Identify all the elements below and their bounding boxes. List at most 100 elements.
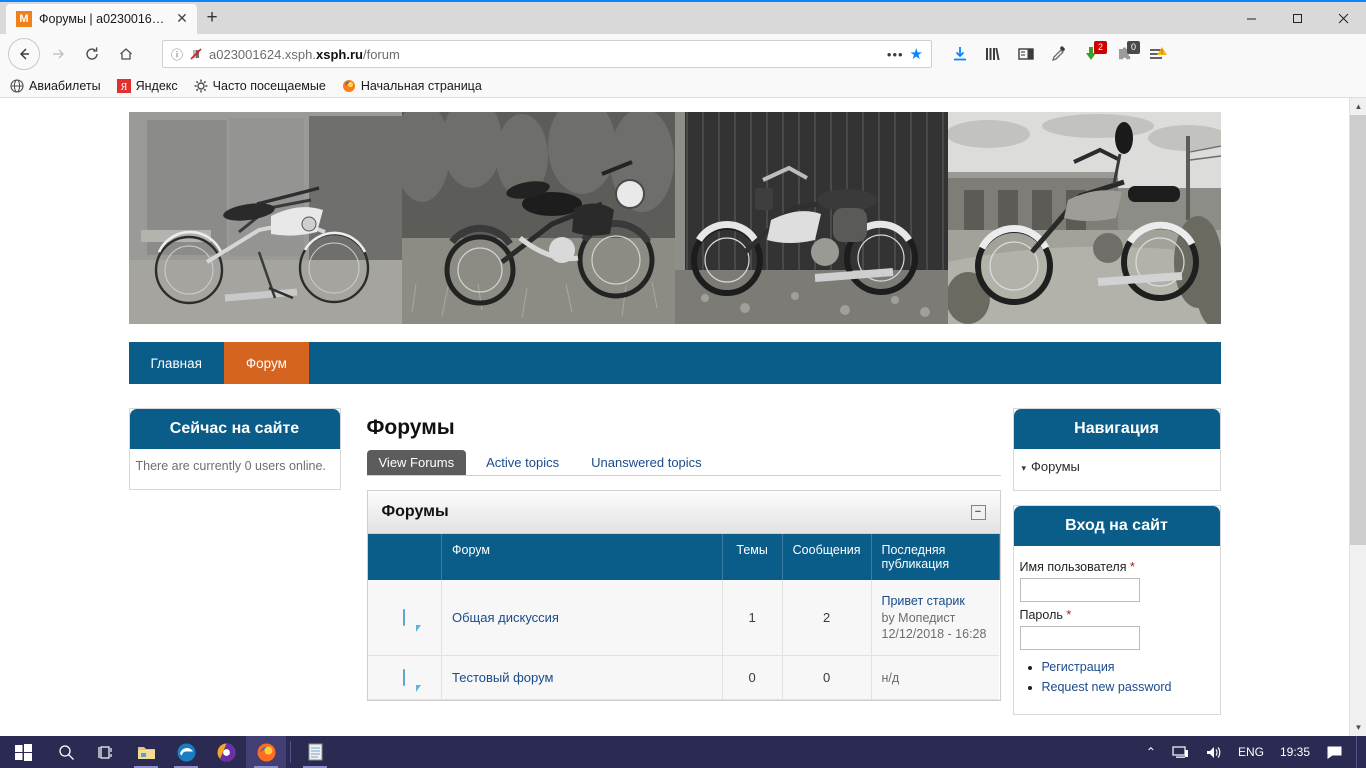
forum-link[interactable]: Тестовый форум bbox=[452, 670, 553, 685]
window-controls bbox=[1228, 2, 1366, 34]
broken-lock-icon[interactable] bbox=[189, 47, 203, 61]
file-explorer-button[interactable] bbox=[126, 736, 166, 768]
password-input[interactable] bbox=[1019, 626, 1140, 650]
username-input[interactable] bbox=[1019, 578, 1140, 602]
page-canvas: Главная Форум Сейчас на сайте There are … bbox=[0, 98, 1349, 736]
who-is-online-block: Сейчас на сайте There are currently 0 us… bbox=[128, 408, 341, 490]
row-forum-name-cell: Общая дискуссия bbox=[441, 580, 723, 656]
last-post-empty: н/д bbox=[881, 671, 900, 685]
windows-taskbar: ⌃ ENG 19:35 bbox=[0, 736, 1366, 768]
browser-tab[interactable]: M Форумы | a023001624.xsph ✕ bbox=[6, 4, 197, 34]
downloads-icon[interactable] bbox=[950, 44, 970, 64]
bookmark-item-yandex[interactable]: Я Яндекс bbox=[116, 78, 178, 93]
main-content: Форумы View Forums Active topics Unanswe… bbox=[353, 408, 1001, 729]
bookmark-item-frequent[interactable]: Часто посещаемые bbox=[194, 79, 326, 93]
close-button[interactable] bbox=[1320, 2, 1366, 34]
browser-navbar: ⓘ a023001624.xsph.xsph.ru/forum ••• ★ 2 … bbox=[0, 34, 1366, 74]
table-header-row: Форум Темы Сообщения Последняя публикаци… bbox=[367, 534, 1000, 580]
start-button[interactable] bbox=[0, 736, 46, 768]
site-banner bbox=[128, 112, 1221, 324]
tab-view-forums[interactable]: View Forums bbox=[366, 450, 467, 475]
notepad-button[interactable] bbox=[295, 736, 335, 768]
tab-active-topics[interactable]: Active topics bbox=[474, 450, 571, 475]
edge-button[interactable] bbox=[166, 736, 206, 768]
required-mark: * bbox=[1066, 608, 1072, 622]
page-actions-icon[interactable]: ••• bbox=[887, 47, 904, 62]
maximize-button[interactable] bbox=[1274, 2, 1320, 34]
left-sidebar: Сейчас на сайте There are currently 0 us… bbox=[128, 408, 341, 729]
clock[interactable]: 19:35 bbox=[1277, 736, 1313, 768]
request-password-link[interactable]: Request new password bbox=[1042, 680, 1172, 694]
collapse-icon[interactable]: − bbox=[970, 504, 986, 520]
tab-close-icon[interactable]: ✕ bbox=[173, 10, 191, 28]
toolbar-icons: 2 0 ! bbox=[950, 41, 1168, 64]
network-icon[interactable] bbox=[1169, 736, 1192, 768]
required-mark: * bbox=[1129, 560, 1135, 574]
banner-image-4 bbox=[947, 112, 1221, 324]
menu-item-home[interactable]: Главная bbox=[129, 342, 224, 384]
main-menu: Главная Форум bbox=[128, 342, 1221, 384]
menu-item-forum[interactable]: Форум bbox=[223, 342, 309, 384]
th-forum: Форум bbox=[441, 534, 723, 580]
library-icon[interactable] bbox=[983, 44, 1003, 64]
volume-icon[interactable] bbox=[1202, 736, 1225, 768]
last-post-date: 12/12/2018 - 16:28 bbox=[881, 627, 987, 641]
row-topics-cell: 0 bbox=[722, 655, 783, 700]
scrollbar-thumb[interactable] bbox=[1350, 115, 1366, 545]
navigation-body: ▾ Форумы bbox=[1014, 449, 1220, 490]
forums-panel-title: Форумы bbox=[381, 503, 449, 520]
search-button[interactable] bbox=[46, 736, 86, 768]
hamburger-menu-icon[interactable]: ! bbox=[1148, 44, 1168, 64]
table-row: Тестовый форум 0 0 н/д bbox=[367, 655, 999, 700]
row-icon-cell bbox=[367, 655, 442, 700]
task-view-button[interactable] bbox=[86, 736, 126, 768]
bookmark-label: Начальная страница bbox=[360, 78, 482, 93]
nav-item-forums[interactable]: ▾ Форумы bbox=[1020, 457, 1214, 476]
tab-favicon: M bbox=[16, 11, 32, 27]
new-tab-button[interactable]: + bbox=[197, 4, 227, 34]
bookmark-item-homepage[interactable]: Начальная страница bbox=[342, 79, 482, 93]
bookmark-item-aviabilety[interactable]: Авиабилеты bbox=[10, 79, 101, 93]
bookmark-star-icon[interactable]: ★ bbox=[910, 45, 923, 63]
address-bar[interactable]: ⓘ a023001624.xsph.xsph.ru/forum ••• ★ bbox=[162, 40, 932, 68]
notifications-icon[interactable] bbox=[1323, 736, 1346, 768]
content-columns: Сейчас на сайте There are currently 0 us… bbox=[128, 408, 1221, 729]
download-helper-icon[interactable]: 2 bbox=[1082, 41, 1107, 64]
browser-window: M Форумы | a023001624.xsph ✕ + bbox=[0, 0, 1366, 768]
th-last-post: Последняя публикация bbox=[871, 534, 1000, 580]
page-scrollbar[interactable]: ▲ ▼ bbox=[1349, 98, 1366, 736]
info-icon[interactable]: ⓘ bbox=[171, 46, 183, 63]
page-title: Форумы bbox=[366, 416, 455, 439]
tab-unanswered-topics[interactable]: Unanswered topics bbox=[579, 450, 714, 475]
taskbar-items bbox=[0, 736, 335, 768]
bookmark-label: Часто посещаемые bbox=[212, 78, 326, 93]
scroll-up-arrow[interactable]: ▲ bbox=[1350, 98, 1366, 115]
register-link[interactable]: Регистрация bbox=[1042, 660, 1115, 674]
eyedropper-icon[interactable] bbox=[1049, 44, 1069, 64]
nav-item-label: Форумы bbox=[1031, 459, 1080, 474]
last-post-title-link[interactable]: Привет старик bbox=[882, 594, 990, 608]
puzzle-extension-icon[interactable]: 0 bbox=[1115, 41, 1140, 64]
navigation-title: Навигация bbox=[1013, 409, 1220, 449]
password-label: Пароль * bbox=[1019, 608, 1072, 622]
reload-button[interactable] bbox=[76, 38, 108, 70]
globe-icon bbox=[10, 78, 24, 93]
url-text: a023001624.xsph.xsph.ru/forum bbox=[209, 46, 400, 62]
show-desktop-button[interactable] bbox=[1356, 736, 1362, 768]
firefox-button[interactable] bbox=[246, 736, 286, 768]
login-block: Вход на сайт Имя пользователя * Пароль * bbox=[1012, 505, 1221, 715]
back-button[interactable] bbox=[8, 38, 40, 70]
forums-table-head: Форум Темы Сообщения Последняя публикаци… bbox=[367, 534, 1000, 580]
banner-image-1 bbox=[128, 112, 402, 324]
forum-link[interactable]: Общая дискуссия bbox=[452, 610, 559, 625]
home-button[interactable] bbox=[110, 38, 142, 70]
page-viewport: Главная Форум Сейчас на сайте There are … bbox=[0, 98, 1366, 736]
tray-chevron-icon[interactable]: ⌃ bbox=[1143, 736, 1159, 768]
forums-table: Форум Темы Сообщения Последняя публикаци… bbox=[367, 534, 1000, 700]
sidebar-icon[interactable] bbox=[1016, 44, 1036, 64]
browser-button[interactable] bbox=[206, 736, 246, 768]
forward-button[interactable] bbox=[42, 38, 74, 70]
minimize-button[interactable] bbox=[1228, 2, 1274, 34]
scroll-down-arrow[interactable]: ▼ bbox=[1350, 719, 1366, 736]
language-indicator[interactable]: ENG bbox=[1235, 736, 1267, 768]
